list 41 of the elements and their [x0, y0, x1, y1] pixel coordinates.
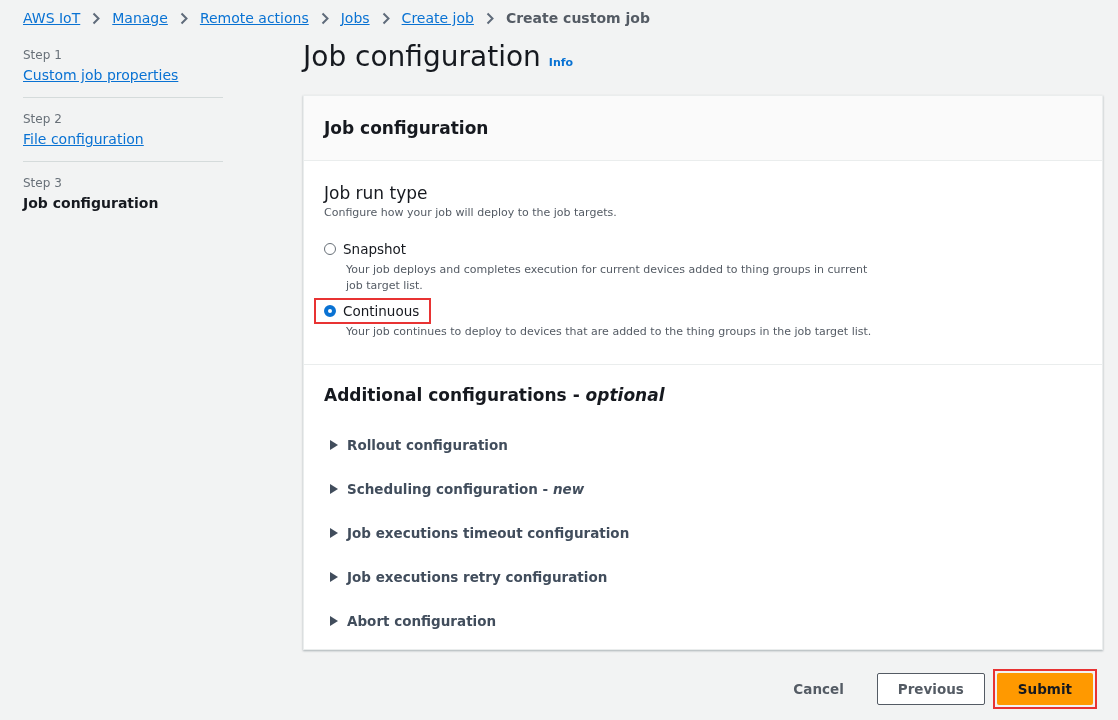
step-number: Step 1 [23, 48, 63, 62]
current-step: Job configuration [23, 195, 223, 211]
chevron-right-icon [485, 11, 494, 25]
info-link[interactable]: Info [548, 56, 574, 69]
option-description: Your job continues to deploy to devices that are added to the thing groups in the job target list. [346, 324, 873, 340]
panel-header: Job configuration [304, 96, 1102, 161]
section-title: Additional configurations - optional [324, 385, 666, 405]
previous-button[interactable]: Previous [876, 673, 985, 705]
breadcrumb-link[interactable]: Create job [401, 10, 474, 26]
chevron-right-icon [179, 11, 188, 25]
caret-right-icon [329, 440, 339, 450]
breadcrumb-link[interactable]: Remote actions [199, 10, 309, 26]
chevron-right-icon [92, 11, 101, 25]
submit-button[interactable]: Submit [996, 673, 1093, 705]
caret-right-icon [329, 616, 339, 626]
page-title: Job configuration [303, 40, 541, 73]
chevron-right-icon [320, 11, 329, 25]
cancel-button[interactable]: Cancel [772, 673, 865, 705]
option-description: Your job deploys and completes execution for current devices added to thing groups in current job target list. [346, 262, 869, 294]
step-link[interactable]: File configuration [23, 131, 144, 147]
breadcrumb-link[interactable]: Manage [112, 10, 168, 26]
radio-label: Continuous [343, 303, 420, 319]
step-number: Step 3 [23, 176, 63, 190]
chevron-right-icon [381, 11, 390, 25]
expandable-section[interactable]: Job executions retry configuration [329, 555, 608, 599]
step-number: Step 2 [23, 112, 63, 126]
radio-label: Snapshot [343, 241, 407, 257]
expandable-section[interactable]: Job executions timeout configuration [329, 511, 630, 555]
expandable-section[interactable]: Scheduling configuration - new [329, 467, 585, 511]
breadcrumb-link[interactable]: AWS IoT [23, 10, 81, 26]
caret-right-icon [329, 484, 339, 494]
caret-right-icon [329, 528, 339, 538]
section-description: Configure how your job will deploy to the job targets. [324, 206, 618, 219]
radio-button[interactable] [324, 305, 336, 317]
section-title: Job run type [324, 183, 429, 203]
step-link[interactable]: Custom job properties [23, 67, 179, 83]
caret-right-icon [329, 572, 339, 582]
breadcrumb-current: Create custom job [505, 10, 650, 26]
expandable-section[interactable]: Abort configuration [329, 599, 497, 643]
breadcrumb-link[interactable]: Jobs [340, 10, 370, 26]
expandable-section[interactable]: Rollout configuration [329, 423, 508, 467]
